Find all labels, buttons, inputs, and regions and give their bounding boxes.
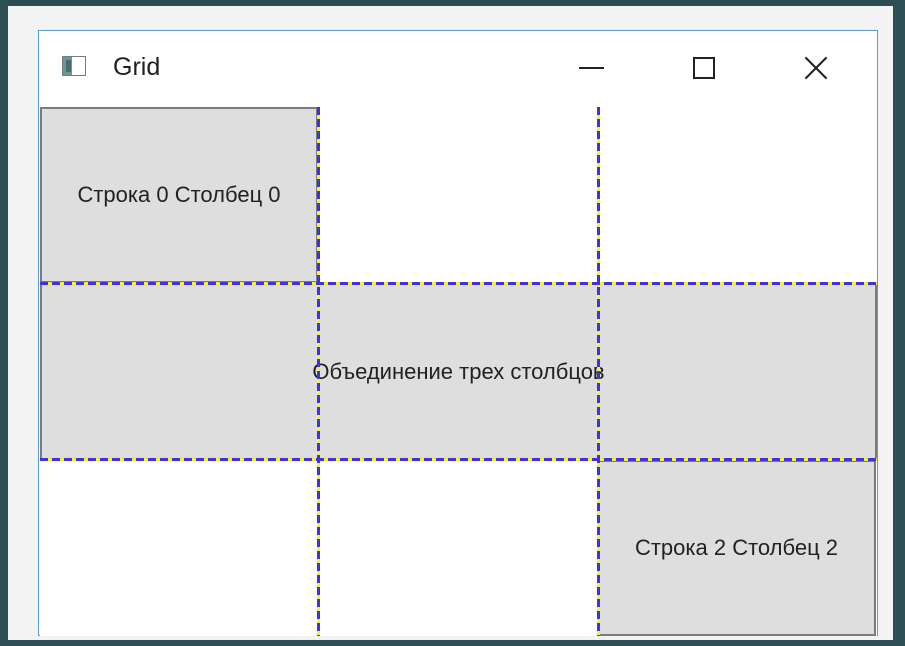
grid-cell-row1-span-three-columns: Объединение трех столбцов <box>40 283 877 460</box>
minimize-icon <box>578 67 604 69</box>
grid-client-area: Строка 0 Столбец 0 Объединение трех стол… <box>40 107 877 636</box>
minimize-button[interactable] <box>564 45 618 91</box>
window-app-icon <box>62 56 86 76</box>
title-bar[interactable]: Grid <box>39 31 877 107</box>
grid-cell-row0-col0: Строка 0 Столбец 0 <box>40 107 318 283</box>
maximize-icon <box>693 57 715 79</box>
window-title: Grid <box>113 53 161 81</box>
grid-window: Grid Строка 0 Столбец 0 Объединение трех… <box>38 30 878 636</box>
close-button[interactable] <box>789 45 843 91</box>
maximize-button[interactable] <box>677 45 731 91</box>
grid-cell-row2-col2: Строка 2 Столбец 2 <box>597 460 876 636</box>
close-icon <box>802 54 830 82</box>
screenshot-frame: Grid Строка 0 Столбец 0 Объединение трех… <box>8 6 893 640</box>
